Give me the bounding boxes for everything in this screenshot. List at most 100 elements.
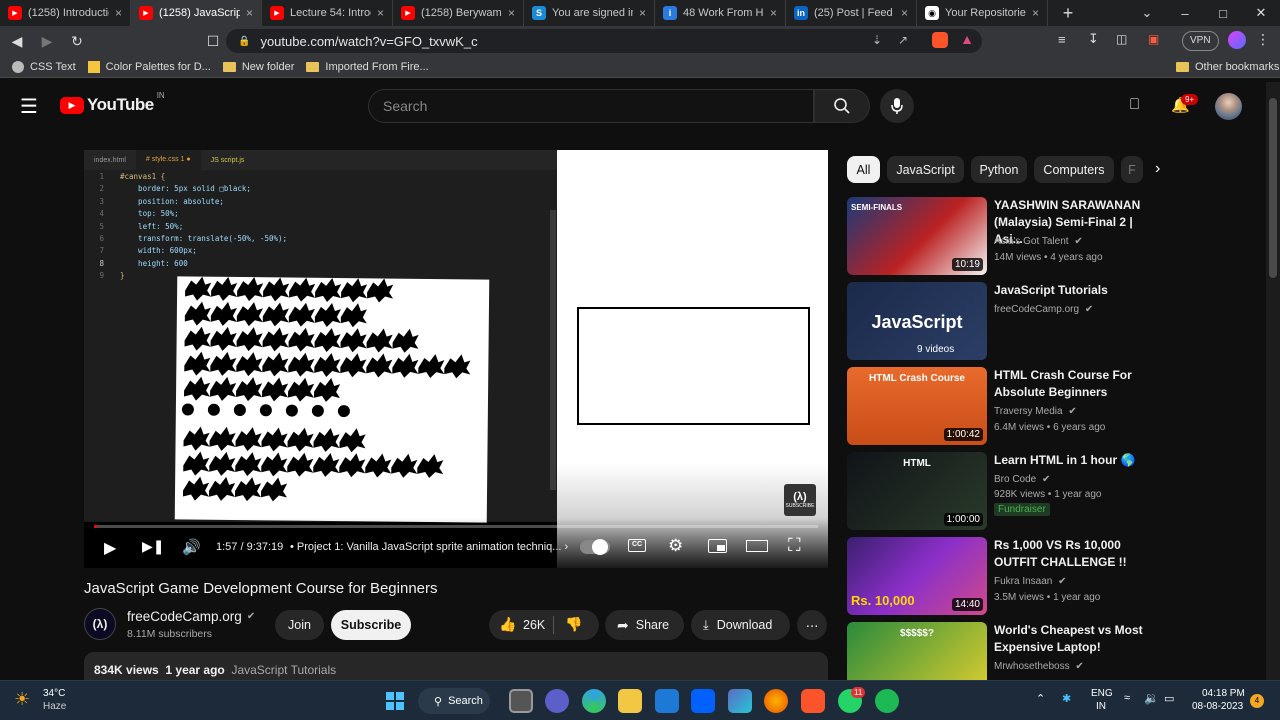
recommendation-item[interactable]: HTML 1:00:00 Learn HTML in 1 hour 🌎 Bro Cod…	[847, 452, 1267, 532]
recommendation-title[interactable]: JavaScript Tutorials	[994, 282, 1162, 299]
subscribe-button[interactable]: Subscribe	[331, 610, 411, 640]
youtube-logo[interactable]: ▶ YouTube IN	[60, 91, 165, 115]
clock-date[interactable]: 08-08-2023	[1192, 701, 1243, 712]
next-button[interactable]: ▶❚	[142, 538, 165, 555]
power-automate-icon[interactable]	[728, 689, 752, 713]
maximize-icon[interactable]: □	[1204, 0, 1242, 26]
volume-icon[interactable]: 🔊	[182, 538, 201, 556]
chat-icon[interactable]	[545, 689, 569, 713]
tray-chevron-icon[interactable]: ⌃	[1036, 692, 1045, 705]
battery-icon[interactable]: ▭	[1164, 692, 1174, 705]
spotify-icon[interactable]	[875, 689, 899, 713]
captions-button[interactable]: CC	[628, 539, 646, 552]
fullscreen-button[interactable]: ⛶	[788, 535, 801, 556]
new-tab-button[interactable]: +	[1048, 0, 1088, 26]
wifi-icon[interactable]: ≈	[1124, 692, 1130, 704]
channel-name-row[interactable]: freeCodeCamp.org ✔	[127, 609, 255, 624]
recommendation-thumbnail[interactable]: JavaScript 9 videos	[847, 282, 987, 360]
recommendation-item[interactable]: HTML Crash Course 1:00:42 HTML Crash Cours…	[847, 367, 1267, 447]
recommendation-title[interactable]: Rs 1,000 VS Rs 10,000 OUTFIT CHALLENGE !…	[994, 537, 1162, 571]
dropbox-icon[interactable]	[691, 689, 715, 713]
wallet-icon[interactable]: ▣	[1148, 32, 1159, 46]
join-button[interactable]: Join	[275, 610, 324, 640]
task-view-icon[interactable]	[509, 689, 533, 713]
close-tab-icon[interactable]: ×	[1032, 6, 1039, 20]
recommendation-thumbnail[interactable]: HTML Crash Course 1:00:42	[847, 367, 987, 445]
edge-icon[interactable]	[582, 689, 606, 713]
like-count[interactable]: 26K	[523, 618, 545, 632]
browser-tab[interactable]: ▶ (1258) Berywam Will Sl ×	[393, 0, 524, 26]
search-input[interactable]: Search	[368, 89, 814, 123]
bookmark-new-folder[interactable]: New folder	[222, 61, 294, 73]
theater-mode-button[interactable]	[746, 540, 768, 552]
more-actions-button[interactable]: ⋯	[797, 610, 827, 640]
install-icon[interactable]: ⇣	[872, 33, 882, 47]
close-tab-icon[interactable]: ×	[246, 6, 253, 20]
speaker-icon[interactable]: 🔉	[1144, 691, 1159, 705]
forward-icon[interactable]: ▶	[34, 28, 60, 54]
settings-gear-icon[interactable]: ⚙	[668, 536, 683, 556]
weather-icon[interactable]: ☀	[14, 689, 30, 710]
tab-search-icon[interactable]: ⌄	[1128, 0, 1166, 26]
reload-icon[interactable]: ↻	[64, 28, 90, 54]
recommendation-channel[interactable]: Traversy Media ✔	[994, 406, 1077, 417]
language-label[interactable]: ENG	[1091, 688, 1113, 699]
browser-tab[interactable]: ▶ (1258) JavaScript G ×	[131, 0, 262, 26]
menu-icon[interactable]: ⋮	[1256, 31, 1270, 48]
notification-center-badge[interactable]: 4	[1250, 694, 1264, 708]
video-player[interactable]: index.html # style.css 1 ● JS script.js …	[84, 150, 828, 568]
close-tab-icon[interactable]: ×	[115, 6, 122, 20]
sidebar-icon[interactable]: ◫	[1116, 32, 1127, 46]
taskbar-search[interactable]: ⚲ Search	[418, 688, 490, 714]
autoplay-toggle[interactable]	[580, 539, 610, 555]
close-tab-icon[interactable]: ×	[770, 6, 777, 20]
chip-all[interactable]: All	[847, 156, 880, 183]
recommendation-title[interactable]: Learn HTML in 1 hour 🌎	[994, 452, 1162, 469]
browser-tab[interactable]: i 48 Work From Home F ×	[655, 0, 786, 26]
brave-rewards-icon[interactable]: ▲	[960, 31, 974, 47]
recommendation-thumbnail[interactable]: HTML 1:00:00	[847, 452, 987, 530]
account-avatar[interactable]	[1215, 93, 1242, 120]
brave-icon[interactable]	[801, 689, 825, 713]
bookmark-other[interactable]: Other bookmarks	[1176, 61, 1279, 73]
freecodecamp-watermark[interactable]: (λ) SUBSCRIBE	[784, 484, 816, 516]
create-video-icon[interactable]: ⎕	[1130, 96, 1139, 113]
dislike-icon[interactable]: 👎	[565, 616, 582, 633]
channel-avatar[interactable]: (λ)	[84, 608, 116, 640]
brave-shields-icon[interactable]	[932, 32, 948, 48]
clock-time[interactable]: 04:18 PM	[1202, 688, 1245, 699]
chip-computers[interactable]: Computers	[1034, 156, 1114, 183]
chip-python[interactable]: Python	[971, 156, 1027, 183]
url-field[interactable]: 🔒 youtube.com/watch?v=GFO_txvwK_c ⇣ ↗ ▲	[226, 29, 982, 53]
bluetooth-icon[interactable]: ✱	[1062, 692, 1071, 705]
recommendation-title[interactable]: HTML Crash Course For Absolute Beginners	[994, 367, 1162, 401]
close-tab-icon[interactable]: ×	[377, 6, 384, 20]
chip-javascript[interactable]: JavaScript	[887, 156, 964, 183]
recommendation-channel[interactable]: Bro Code ✔	[994, 474, 1050, 485]
browser-tab[interactable]: S You are signed in as ha ×	[524, 0, 655, 26]
share-button[interactable]: ➦ Share	[605, 610, 684, 640]
bookmark-icon[interactable]: ☐	[200, 28, 226, 54]
playlist-link[interactable]: JavaScript Tutorials	[231, 663, 336, 677]
mail-icon[interactable]	[655, 689, 679, 713]
file-explorer-icon[interactable]	[618, 689, 642, 713]
hamburger-menu-icon[interactable]: ☰	[20, 94, 38, 119]
recommendation-thumbnail[interactable]: Rs. 10,000 14:40	[847, 537, 987, 615]
like-icon[interactable]: 👍	[499, 616, 516, 633]
chevron-right-icon[interactable]: ›	[1155, 160, 1160, 178]
play-button[interactable]: ▶	[104, 538, 116, 558]
recommendation-thumbnail[interactable]: SEMI-FINALS 10:19	[847, 197, 987, 275]
recommendation-channel[interactable]: Fukra Insaan ✔	[994, 576, 1067, 587]
close-window-icon[interactable]: ✕	[1242, 0, 1280, 26]
firefox-icon[interactable]	[764, 689, 788, 713]
chip-more[interactable]: F	[1121, 156, 1143, 183]
downloads-icon[interactable]: ↧	[1088, 31, 1099, 47]
page-scrollbar[interactable]	[1266, 82, 1280, 680]
minimize-icon[interactable]: –	[1166, 0, 1204, 26]
download-button[interactable]: ⤓ Download	[691, 610, 790, 640]
chapter-title[interactable]: • Project 1: Vanilla JavaScript sprite a…	[290, 541, 568, 553]
browser-tab[interactable]: in (25) Post | Feed | Linke ×	[786, 0, 917, 26]
bookmark-imported[interactable]: Imported From Fire...	[306, 61, 429, 73]
recommendation-item[interactable]: Rs. 10,000 14:40 Rs 1,000 VS Rs 10,000 OUT…	[847, 537, 1267, 617]
recommendation-channel[interactable]: freeCodeCamp.org ✔	[994, 304, 1093, 315]
